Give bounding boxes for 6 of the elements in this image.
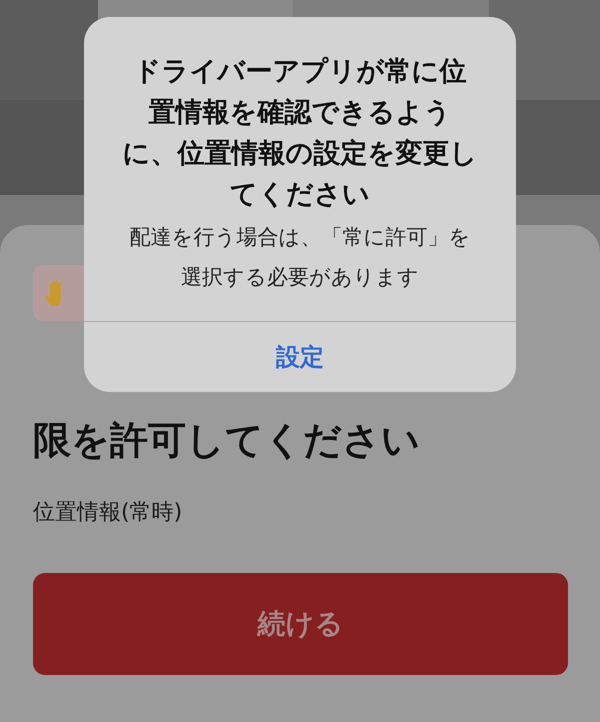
sheet-title: 限を許可してください: [33, 417, 421, 464]
hand-icon: [45, 280, 61, 306]
alert-title: ドライバーアプリが常に位置情報を確認できるように、位置情報の設定を変更してください: [122, 55, 478, 212]
permission-label: 位置情報(常時): [33, 499, 184, 527]
settings-button[interactable]: 設定: [84, 322, 516, 392]
alert-message: 配達を行う場合は、「常に許可」を選択する必要があります: [128, 224, 472, 291]
